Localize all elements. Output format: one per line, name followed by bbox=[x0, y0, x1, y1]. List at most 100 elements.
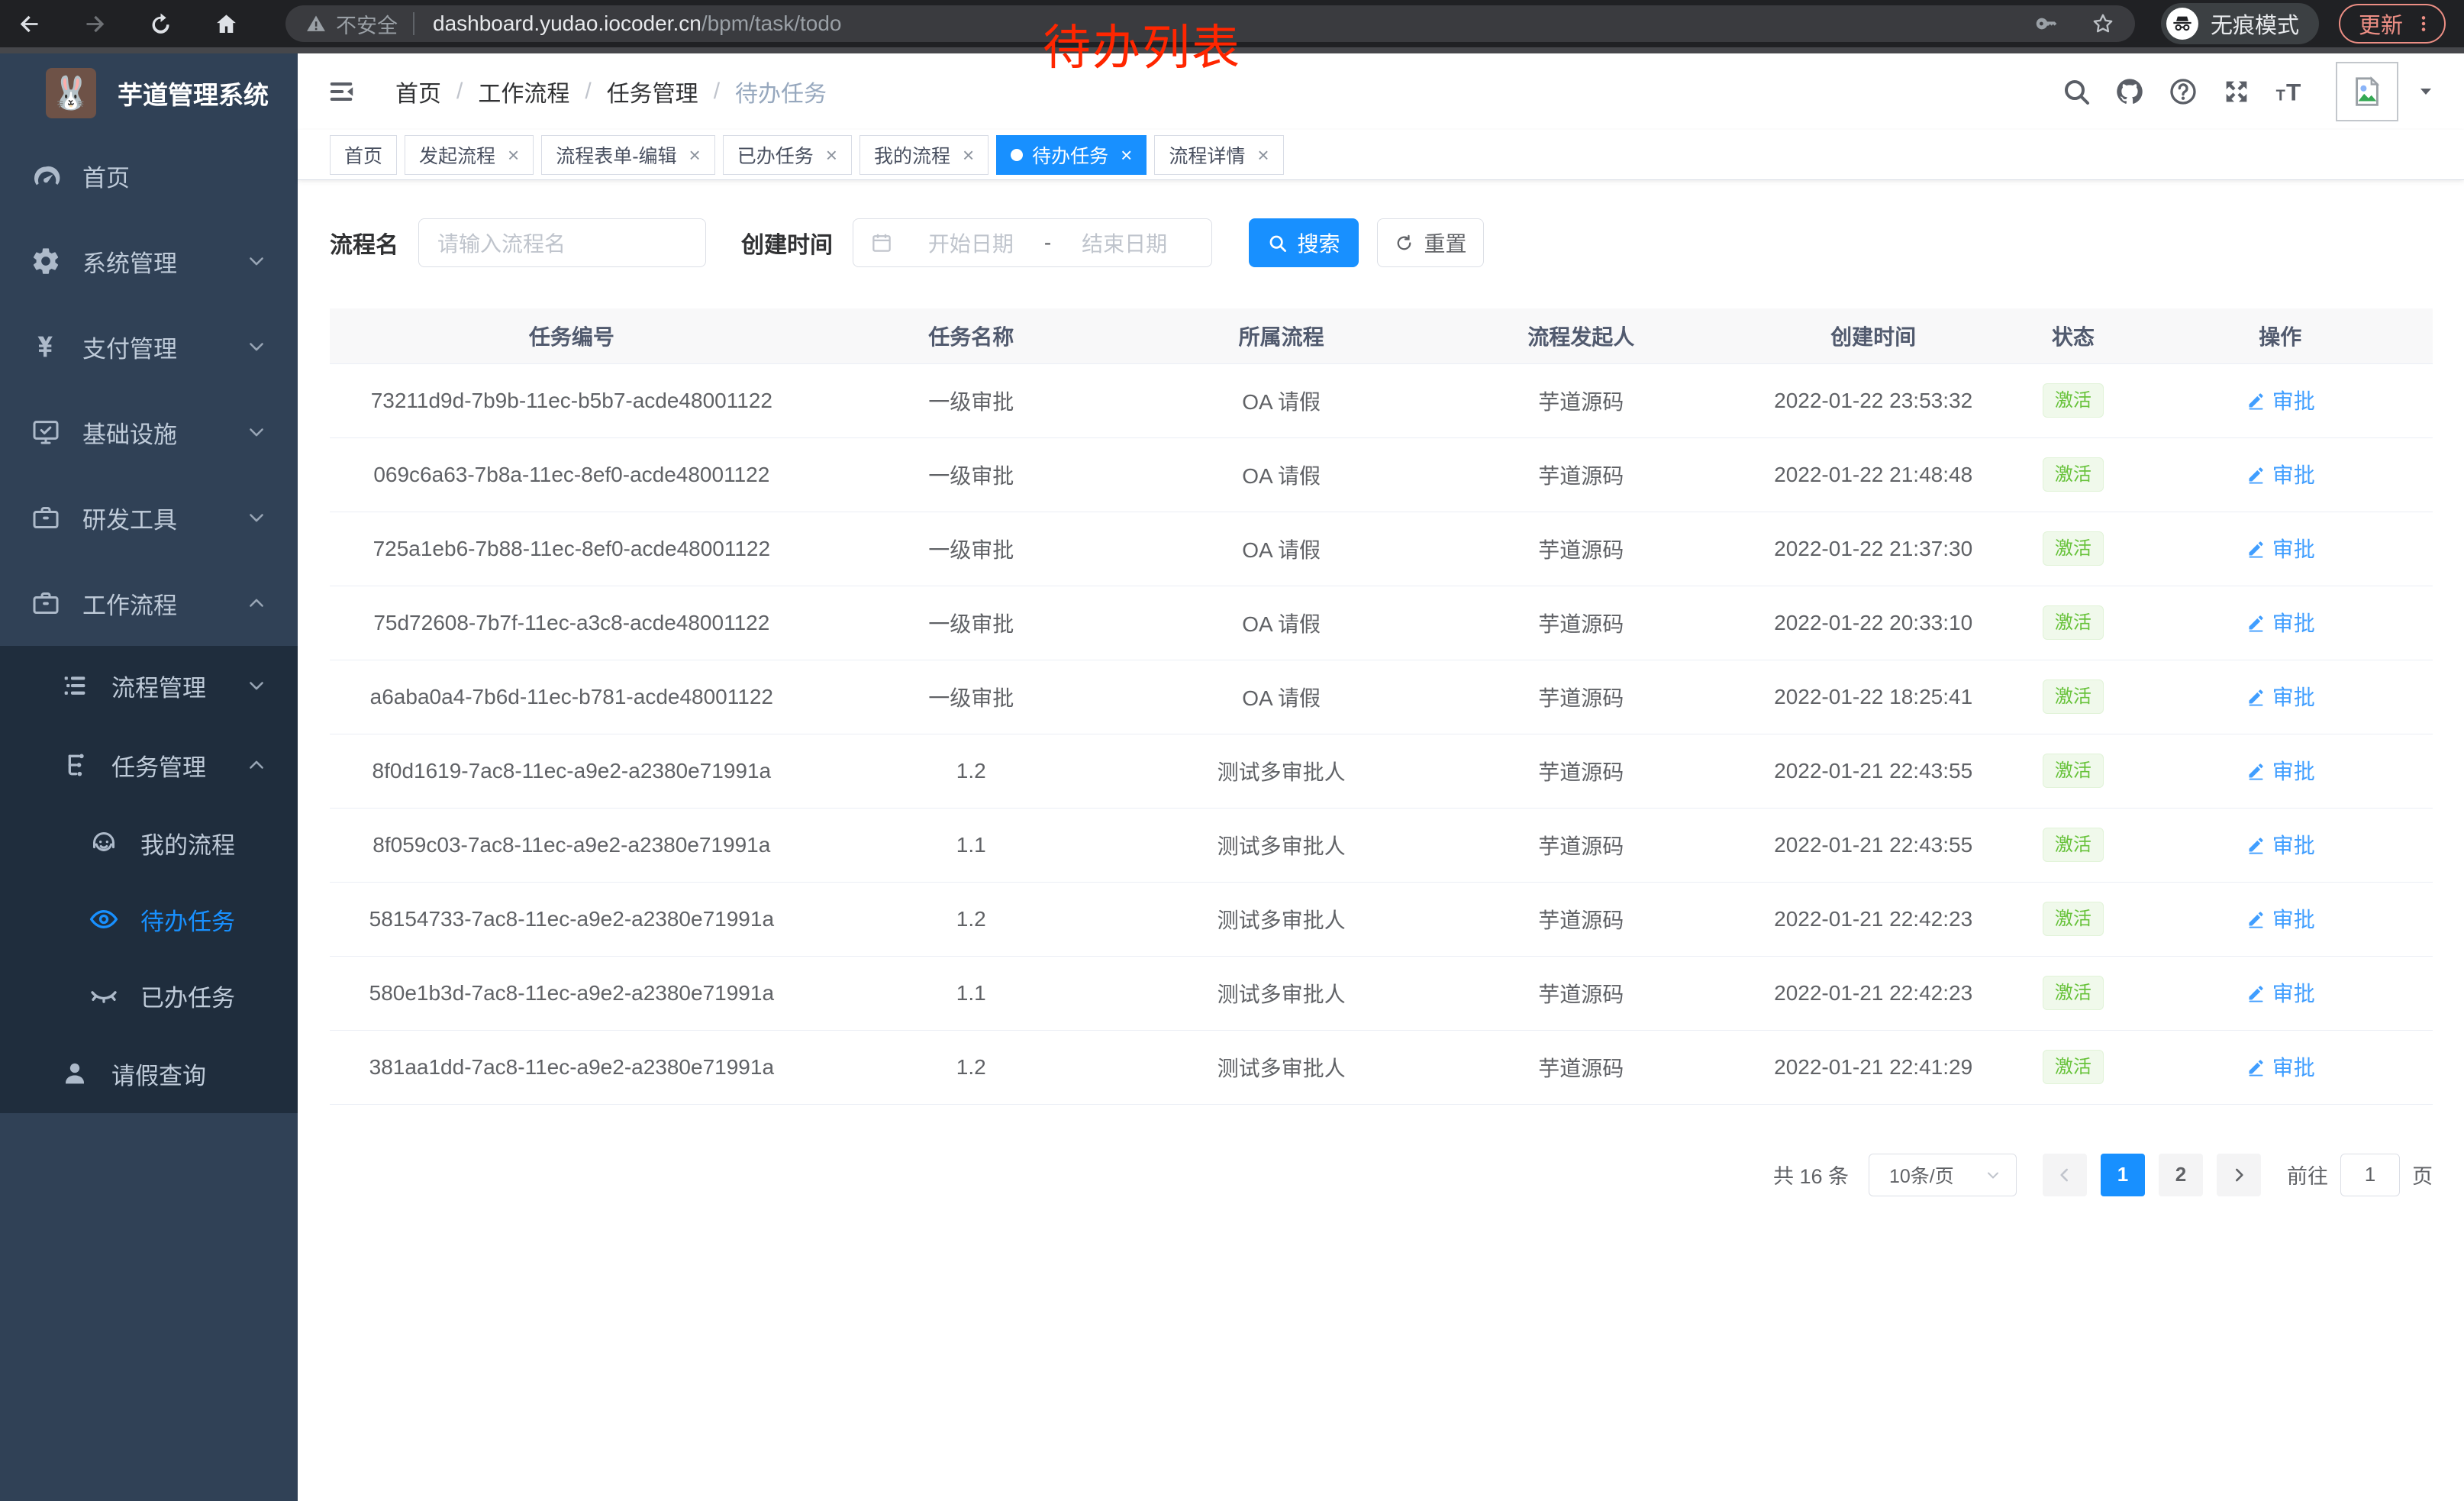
tab-label: 流程详情 bbox=[1169, 141, 1245, 169]
url-path[interactable]: /bpm/task/todo bbox=[701, 11, 842, 36]
close-icon[interactable]: × bbox=[963, 145, 974, 165]
sidebar-item-leave-query[interactable]: 请假查询 bbox=[0, 1034, 298, 1113]
chevron-down-icon[interactable] bbox=[2417, 82, 2435, 101]
incognito-icon bbox=[2166, 8, 2198, 40]
tab-process-form-edit[interactable]: 流程表单-编辑× bbox=[541, 135, 715, 175]
security-label[interactable]: 不安全 bbox=[336, 9, 398, 39]
cell-action: 审批 bbox=[2127, 882, 2433, 956]
calendar-icon bbox=[870, 231, 893, 254]
close-icon[interactable]: × bbox=[826, 145, 837, 165]
approve-link[interactable]: 审批 bbox=[2246, 681, 2315, 712]
person-icon bbox=[58, 1057, 92, 1090]
topbar: 首页/工作流程/任务管理/待办任务 TT bbox=[298, 53, 2464, 130]
sidebar-item-process-management[interactable]: 流程管理 bbox=[0, 646, 298, 725]
goto-page-input[interactable]: 1 bbox=[2340, 1154, 2400, 1196]
sidebar-logo-row[interactable]: 🐰 芋道管理系统 bbox=[0, 53, 298, 133]
tab-process-detail[interactable]: 流程详情 × bbox=[1154, 135, 1283, 175]
sidebar-item-workflow[interactable]: 工作流程 bbox=[0, 560, 298, 646]
sidebar-item-task-management[interactable]: 任务管理 bbox=[0, 725, 298, 805]
approve-label: 审批 bbox=[2272, 681, 2315, 712]
next-page-button[interactable] bbox=[2217, 1154, 2261, 1196]
approve-label: 审批 bbox=[2272, 459, 2315, 489]
approve-link[interactable]: 审批 bbox=[2246, 459, 2315, 489]
cell-task-name: 1.2 bbox=[814, 882, 1129, 956]
approve-label: 审批 bbox=[2272, 1051, 2315, 1082]
page-size-select[interactable]: 10条/页 bbox=[1869, 1154, 2017, 1196]
sidebar-item-system-management[interactable]: 系统管理 bbox=[0, 218, 298, 304]
date-range-separator: - bbox=[1044, 231, 1051, 255]
password-key-icon[interactable] bbox=[2034, 11, 2059, 36]
prev-page-button[interactable] bbox=[2043, 1154, 2087, 1196]
approve-label: 审批 bbox=[2272, 533, 2315, 563]
approve-link[interactable]: 审批 bbox=[2246, 607, 2315, 638]
cell-starter: 芋道源码 bbox=[1434, 1030, 1728, 1104]
sidebar-item-payment-management[interactable]: 支付管理 bbox=[0, 304, 298, 389]
breadcrumb-item[interactable]: 任务管理 bbox=[607, 75, 698, 108]
forward-icon[interactable] bbox=[81, 10, 108, 37]
table-row: 75d72608-7b7f-11ec-a3c8-acde48001122一级审批… bbox=[330, 586, 2433, 660]
home-icon[interactable] bbox=[212, 10, 240, 37]
url-host[interactable]: dashboard.yudao.iocoder.cn bbox=[433, 11, 701, 36]
tab-label: 首页 bbox=[344, 141, 382, 169]
close-icon[interactable]: × bbox=[508, 145, 519, 165]
cell-created-time: 2022-01-22 23:53:32 bbox=[1728, 363, 2018, 437]
date-range-input[interactable]: 开始日期 - 结束日期 bbox=[853, 218, 1212, 267]
search-icon bbox=[1267, 233, 1288, 253]
approve-label: 审批 bbox=[2272, 755, 2315, 786]
sidebar-item-done-tasks[interactable]: 已办任务 bbox=[0, 957, 298, 1034]
fullscreen-icon[interactable] bbox=[2221, 76, 2252, 107]
kebab-menu-icon[interactable] bbox=[2414, 14, 2433, 34]
avatar[interactable] bbox=[2336, 62, 2398, 121]
reload-icon[interactable] bbox=[147, 10, 174, 37]
github-icon[interactable] bbox=[2114, 76, 2145, 107]
column-header: 创建时间 bbox=[1728, 308, 2018, 363]
approve-link[interactable]: 审批 bbox=[2246, 1051, 2315, 1082]
tab-my-process[interactable]: 我的流程× bbox=[859, 135, 989, 175]
end-date-placeholder[interactable]: 结束日期 bbox=[1054, 228, 1195, 258]
start-date-placeholder[interactable]: 开始日期 bbox=[901, 228, 1041, 258]
cell-task-id: 580e1b3d-7ac8-11ec-a9e2-a2380e71991a bbox=[330, 956, 814, 1030]
approve-link[interactable]: 审批 bbox=[2246, 533, 2315, 563]
search-button[interactable]: 搜索 bbox=[1249, 218, 1359, 267]
breadcrumb-item[interactable]: 首页 bbox=[395, 75, 441, 108]
process-name-input[interactable]: 请输入流程名 bbox=[418, 218, 706, 267]
sidebar-item-dev-tools[interactable]: 研发工具 bbox=[0, 475, 298, 560]
sidebar-collapse-icon[interactable] bbox=[325, 77, 357, 106]
tab-home[interactable]: 首页 bbox=[330, 135, 397, 175]
help-icon[interactable] bbox=[2168, 76, 2198, 107]
page-button-2[interactable]: 2 bbox=[2159, 1154, 2203, 1196]
sidebar-item-home[interactable]: 首页 bbox=[0, 133, 298, 218]
cell-task-name: 1.2 bbox=[814, 1030, 1129, 1104]
cell-created-time: 2022-01-22 20:33:10 bbox=[1728, 586, 2018, 660]
approve-link[interactable]: 审批 bbox=[2246, 755, 2315, 786]
sidebar-item-todo-tasks[interactable]: 待办任务 bbox=[0, 881, 298, 957]
font-size-icon[interactable]: TT bbox=[2275, 76, 2305, 107]
bookmark-star-icon[interactable] bbox=[2091, 11, 2115, 36]
status-badge: 激活 bbox=[2043, 1050, 2104, 1085]
approve-link[interactable]: 审批 bbox=[2246, 385, 2315, 415]
cell-action: 审批 bbox=[2127, 808, 2433, 882]
sidebar-item-infrastructure[interactable]: 基础设施 bbox=[0, 389, 298, 475]
close-icon[interactable]: × bbox=[1257, 145, 1269, 165]
cell-created-time: 2022-01-21 22:42:23 bbox=[1728, 882, 2018, 956]
search-icon[interactable] bbox=[2061, 76, 2091, 107]
back-icon[interactable] bbox=[15, 10, 43, 37]
create-time-label: 创建时间 bbox=[741, 226, 833, 260]
approve-link[interactable]: 审批 bbox=[2246, 903, 2315, 934]
not-secure-warning-icon[interactable] bbox=[305, 13, 327, 34]
cell-task-id: 725a1eb6-7b88-11ec-8ef0-acde48001122 bbox=[330, 512, 814, 586]
update-button[interactable]: 更新 bbox=[2339, 4, 2446, 44]
tab-todo-tasks[interactable]: 待办任务× bbox=[996, 135, 1147, 175]
tab-done-tasks[interactable]: 已办任务× bbox=[723, 135, 852, 175]
reset-button[interactable]: 重置 bbox=[1377, 218, 1484, 267]
cell-starter: 芋道源码 bbox=[1434, 363, 1728, 437]
approve-link[interactable]: 审批 bbox=[2246, 977, 2315, 1008]
close-icon[interactable]: × bbox=[689, 145, 701, 165]
tab-create-process[interactable]: 发起流程× bbox=[405, 135, 534, 175]
close-icon[interactable]: × bbox=[1121, 145, 1132, 165]
breadcrumb-item[interactable]: 工作流程 bbox=[478, 75, 569, 108]
page-button-1[interactable]: 1 bbox=[2101, 1154, 2145, 1196]
sidebar-item-my-process[interactable]: 我的流程 bbox=[0, 805, 298, 881]
approve-link[interactable]: 审批 bbox=[2246, 829, 2315, 860]
topbar-actions: TT bbox=[2061, 62, 2435, 121]
